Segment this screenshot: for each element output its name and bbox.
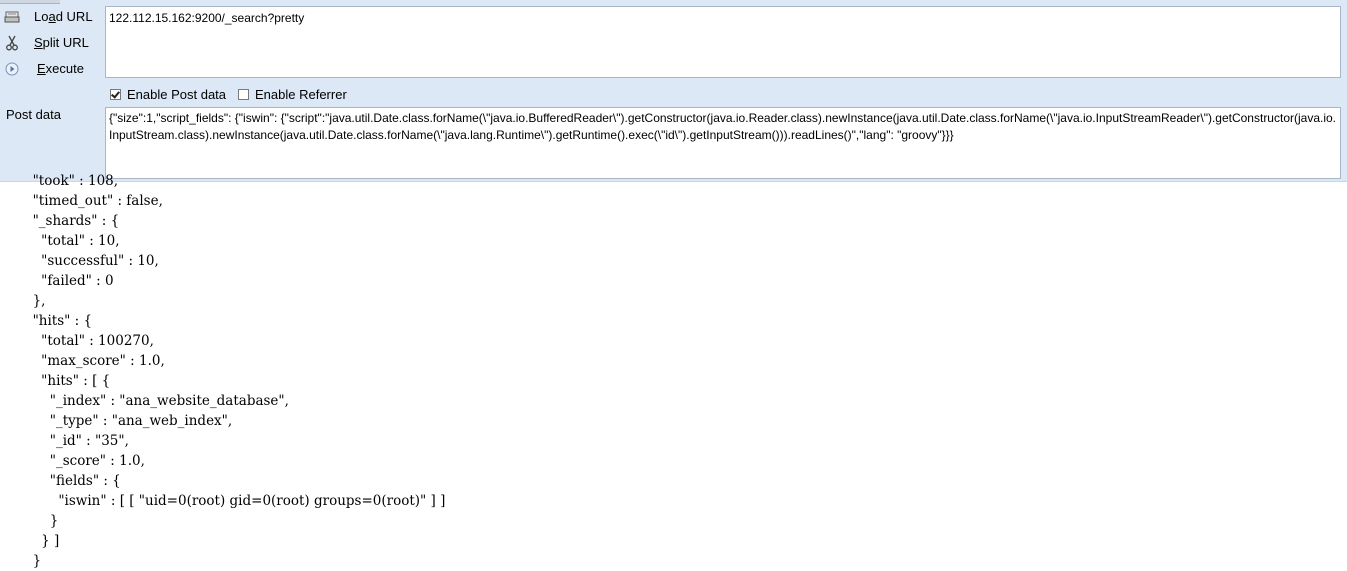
load-url-icon: [4, 9, 20, 25]
split-url-button[interactable]: Split URL: [0, 31, 100, 55]
response-line: "_type" : "ana_web_index",: [24, 413, 233, 429]
response-json: "took" : 108, "timed_out" : false, "_sha…: [24, 171, 446, 571]
response-line: "total" : 10,: [24, 233, 120, 249]
response-line: "timed_out" : false,: [24, 193, 163, 209]
response-line: }: [24, 513, 59, 529]
url-input[interactable]: 122.112.15.162:9200/_search?pretty: [105, 6, 1341, 78]
response-line: "total" : 100270,: [24, 333, 154, 349]
response-line: "max_score" : 1.0,: [24, 353, 165, 369]
response-line: "iswin" : [ [ "uid=0(root) gid=0(root) g…: [24, 493, 446, 509]
post-data-label: Post data: [6, 107, 61, 122]
response-line: "_shards" : {: [24, 213, 120, 229]
hackbar-toolbar: Load URL Split URL Execute 122.112.15.16…: [0, 0, 1347, 182]
checkbox-unchecked-icon: [238, 88, 249, 100]
play-icon: [4, 61, 20, 77]
enable-referrer-checkbox[interactable]: Enable Referrer: [238, 86, 347, 102]
response-line: }: [24, 553, 42, 569]
response-line: "hits" : [ {: [24, 373, 111, 389]
response-line: "hits" : {: [24, 313, 93, 329]
post-data-input[interactable]: {"size":1,"script_fields": {"iswin": {"s…: [105, 107, 1341, 179]
response-line: "failed" : 0: [24, 273, 114, 289]
response-line: "fields" : {: [24, 473, 121, 489]
load-url-button[interactable]: Load URL: [0, 5, 100, 29]
scissors-icon: [4, 35, 20, 51]
response-line: "_score" : 1.0,: [24, 453, 145, 469]
response-line: "_id" : "35",: [24, 433, 129, 449]
checkbox-checked-icon: [110, 88, 121, 100]
enable-post-data-checkbox[interactable]: Enable Post data: [110, 86, 226, 102]
response-line: "took" : 108,: [24, 173, 119, 189]
response-line: "successful" : 10,: [24, 253, 159, 269]
response-line: "_index" : "ana_website_database",: [24, 393, 289, 409]
execute-button[interactable]: Execute: [0, 57, 100, 81]
response-line: },: [24, 293, 46, 309]
top-strip: [0, 0, 60, 4]
response-line: } ]: [24, 533, 60, 549]
